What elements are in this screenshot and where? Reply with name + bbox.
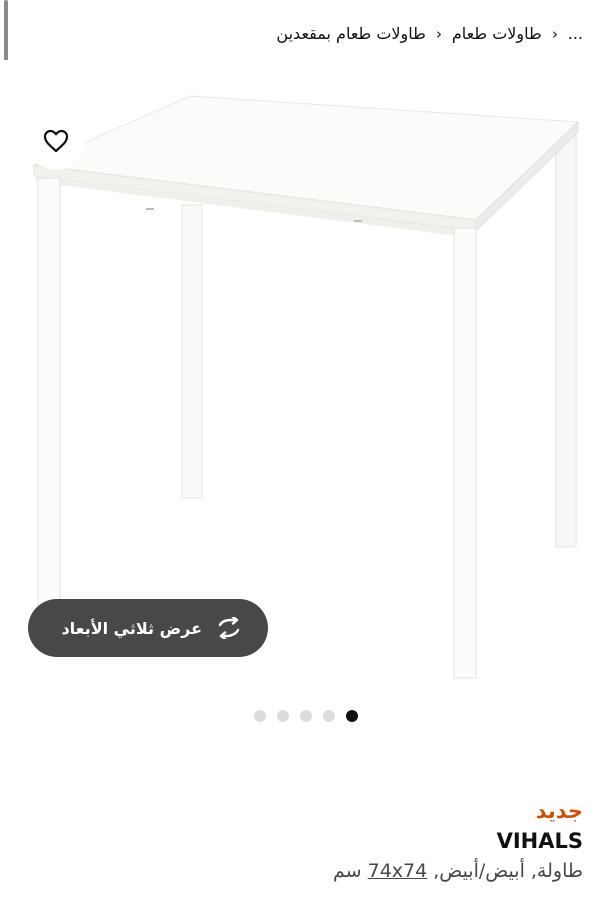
product-info: جديد VIHALS طاولة, أبيض/أبيض, 74x74 سم: [333, 796, 583, 886]
view-3d-button[interactable]: عرض ثلاثي الأبعاد: [28, 599, 268, 657]
chevron-right-icon: ›: [551, 24, 558, 43]
product-description: طاولة, أبيض/أبيض, 74x74 سم: [333, 856, 583, 886]
chevron-right-icon: ›: [435, 24, 442, 43]
carousel-dot-2[interactable]: [323, 710, 335, 722]
rotate-3d-icon: [218, 617, 240, 639]
breadcrumb-two-seat-tables[interactable]: طاولات طعام بمقعدين: [276, 24, 425, 43]
view-3d-label: عرض ثلاثي الأبعاد: [61, 618, 202, 638]
breadcrumb-ellipsis[interactable]: ...: [568, 24, 583, 43]
favorite-button[interactable]: [27, 112, 85, 170]
new-badge: جديد: [535, 799, 583, 823]
product-size-link[interactable]: 74x74: [368, 860, 428, 882]
carousel-dot-3[interactable]: [300, 710, 312, 722]
product-name: VIHALS: [496, 829, 583, 853]
heart-icon: [43, 129, 69, 153]
image-carousel-dots: [254, 710, 358, 722]
product-size-unit: سم: [333, 860, 368, 882]
carousel-dot-5[interactable]: [254, 710, 266, 722]
breadcrumb-dining-tables[interactable]: طاولات طعام: [452, 24, 542, 43]
carousel-dot-4[interactable]: [277, 710, 289, 722]
product-image[interactable]: [0, 60, 611, 690]
product-description-text: طاولة, أبيض/أبيض,: [427, 860, 583, 882]
breadcrumb: ... › طاولات طعام › طاولات طعام بمقعدين: [276, 24, 583, 43]
carousel-dot-1-active[interactable]: [346, 710, 358, 722]
table-illustration: [32, 95, 580, 679]
